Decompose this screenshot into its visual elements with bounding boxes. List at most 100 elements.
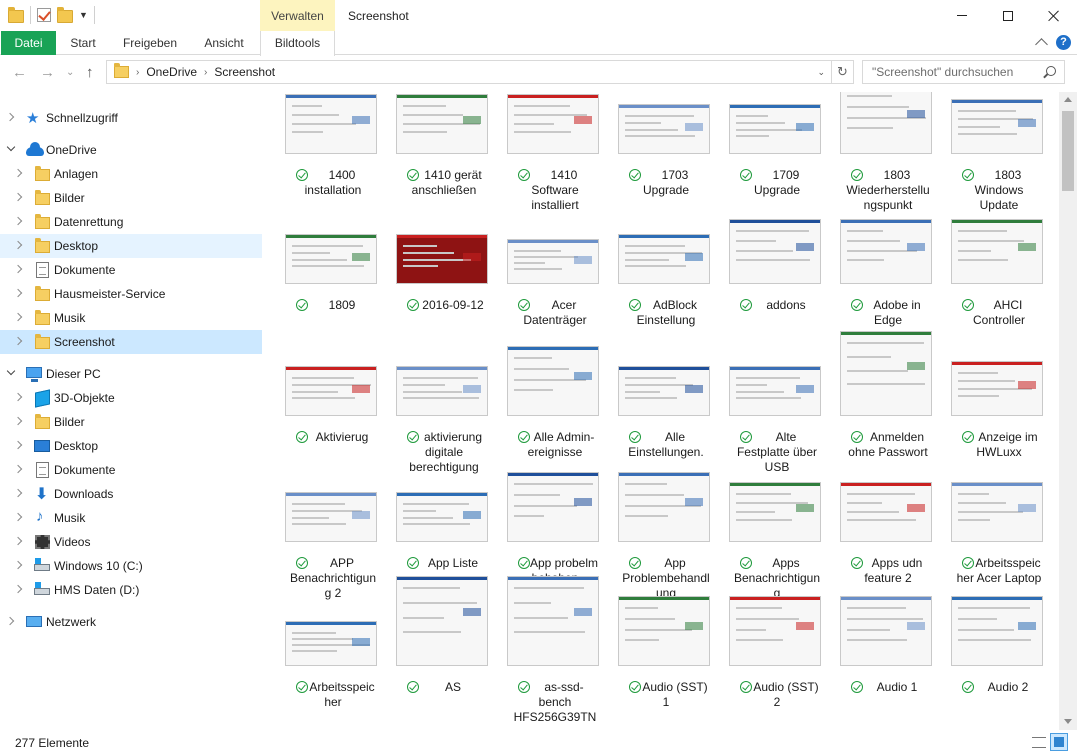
image-thumbnail[interactable]: [840, 482, 932, 542]
file-tile[interactable]: AHCI Controller: [931, 219, 1043, 352]
image-thumbnail[interactable]: [618, 234, 710, 284]
file-tile[interactable]: Arbeitsspeicher: [265, 614, 377, 730]
file-tile[interactable]: Arbeitsspeicher Acer Laptop: [931, 482, 1043, 610]
up-arrow-icon[interactable]: ↑: [86, 64, 94, 81]
file-tile[interactable]: App Problembehandlung: [598, 472, 710, 610]
image-thumbnail[interactable]: [285, 621, 377, 666]
image-thumbnail[interactable]: [507, 576, 599, 666]
expand-chevron-icon[interactable]: [13, 264, 23, 274]
sidebar-item-drive-c[interactable]: Windows 10 (C:): [0, 554, 262, 578]
file-tile[interactable]: 1803 Windows Update: [931, 99, 1043, 222]
file-tile[interactable]: Apps udn feature 2: [820, 482, 932, 610]
sidebar-item-bilder[interactable]: Bilder: [0, 186, 262, 210]
expand-chevron-icon[interactable]: [13, 560, 23, 570]
scroll-up-arrow-icon[interactable]: [1064, 97, 1072, 102]
sidebar-item-network[interactable]: Netzwerk: [0, 610, 262, 634]
image-thumbnail[interactable]: [396, 94, 488, 154]
customize-toolbar-chevron-icon[interactable]: ▼: [79, 10, 88, 20]
search-box[interactable]: [862, 60, 1065, 84]
image-thumbnail[interactable]: [285, 492, 377, 542]
file-tile[interactable]: Audio (SST) 1: [598, 596, 710, 730]
expand-chevron-icon[interactable]: [13, 288, 23, 298]
expand-chevron-icon[interactable]: [13, 440, 23, 450]
file-tile[interactable]: aktivierung digitale berechtigung: [376, 364, 488, 484]
expand-chevron-icon[interactable]: [13, 392, 23, 402]
image-thumbnail[interactable]: [396, 366, 488, 416]
image-thumbnail[interactable]: [285, 366, 377, 416]
image-thumbnail[interactable]: [840, 219, 932, 284]
expand-chevron-icon[interactable]: [13, 416, 23, 426]
file-tile[interactable]: Alle Admin­ereignisse: [487, 346, 599, 484]
expand-chevron-icon[interactable]: [5, 616, 15, 626]
expand-chevron-icon[interactable]: [5, 112, 15, 122]
image-thumbnail[interactable]: [618, 472, 710, 542]
sidebar-item-onedrive[interactable]: OneDrive: [0, 138, 262, 162]
address-history-chevron-icon[interactable]: ⌄: [817, 67, 825, 78]
expand-chevron-icon[interactable]: [13, 216, 23, 226]
image-thumbnail[interactable]: [618, 366, 710, 416]
image-thumbnail[interactable]: [507, 346, 599, 416]
file-tile[interactable]: 1703 Upgrade: [598, 102, 710, 222]
sidebar-item-screenshot[interactable]: Screenshot: [0, 330, 262, 354]
properties-icon[interactable]: [37, 8, 51, 22]
image-thumbnail[interactable]: [507, 472, 599, 542]
search-input[interactable]: [872, 65, 1042, 79]
scrollbar-thumb[interactable]: [1062, 111, 1074, 191]
breadcrumb-onedrive[interactable]: OneDrive: [146, 65, 197, 79]
file-tile[interactable]: Audio 2: [931, 596, 1043, 730]
image-thumbnail[interactable]: [729, 219, 821, 284]
help-icon[interactable]: ?: [1056, 35, 1071, 50]
file-tile[interactable]: Alte Festplatte über USB: [709, 364, 821, 484]
tab-file[interactable]: Datei: [1, 31, 56, 55]
file-tile[interactable]: Alle Einstellungen.: [598, 364, 710, 484]
image-thumbnail[interactable]: [729, 366, 821, 416]
file-tile[interactable]: AdBlock Einstellung: [598, 232, 710, 352]
expand-chevron-icon[interactable]: [13, 312, 23, 322]
refresh-button[interactable]: ↻: [832, 60, 854, 84]
file-tile[interactable]: 1400 installation: [265, 94, 377, 222]
image-thumbnail[interactable]: [951, 482, 1043, 542]
image-thumbnail[interactable]: [951, 219, 1043, 284]
expand-chevron-icon[interactable]: [13, 536, 23, 546]
image-thumbnail[interactable]: [729, 596, 821, 666]
file-tile[interactable]: Audio (SST) 2: [709, 596, 821, 730]
file-tile[interactable]: as-ssd-bench HFS256G39TN: [487, 576, 599, 730]
sidebar-item-pc-musik[interactable]: ♪ Musik: [0, 506, 262, 530]
sidebar-item-pc-bilder[interactable]: Bilder: [0, 410, 262, 434]
close-button[interactable]: [1031, 0, 1077, 31]
file-tile[interactable]: 1410 gerät anschließen: [376, 94, 488, 222]
tab-picture-tools[interactable]: Bildtools: [260, 31, 335, 56]
breadcrumb-screenshot[interactable]: Screenshot: [214, 65, 275, 79]
image-thumbnail[interactable]: [285, 234, 377, 284]
expand-ribbon-chevron-icon[interactable]: [1035, 38, 1048, 51]
sidebar-item-quick-access[interactable]: ★ Schnellzugriff: [0, 106, 262, 130]
sidebar-item-musik[interactable]: Musik: [0, 306, 262, 330]
folder-icon[interactable]: [8, 6, 24, 23]
image-thumbnail[interactable]: [729, 104, 821, 154]
file-tile[interactable]: 1410 Software installiert: [487, 94, 599, 222]
sidebar-item-videos[interactable]: Videos: [0, 530, 262, 554]
file-tile[interactable]: AS: [376, 576, 488, 730]
expand-chevron-icon[interactable]: [13, 512, 23, 522]
image-thumbnail[interactable]: [396, 234, 488, 284]
collapse-chevron-icon[interactable]: [6, 142, 16, 152]
back-arrow-icon[interactable]: ←: [12, 64, 27, 81]
tab-view[interactable]: Ansicht: [196, 31, 252, 55]
sidebar-item-anlagen[interactable]: Anlagen: [0, 162, 262, 186]
address-bar[interactable]: › OneDrive › Screenshot ⌄: [106, 60, 832, 84]
sidebar-item-3d-objects[interactable]: 3D-Objekte: [0, 386, 262, 410]
vertical-scrollbar[interactable]: [1059, 92, 1077, 730]
expand-chevron-icon[interactable]: [13, 240, 23, 250]
sidebar-item-downloads[interactable]: ⬇ Downloads: [0, 482, 262, 506]
image-thumbnail[interactable]: [618, 596, 710, 666]
file-tile[interactable]: Aktivierug: [265, 364, 377, 484]
image-thumbnail[interactable]: [285, 94, 377, 154]
details-view-icon[interactable]: [1031, 735, 1047, 749]
file-tile[interactable]: Apps Benachrichtigung: [709, 482, 821, 610]
image-thumbnail[interactable]: [951, 596, 1043, 666]
minimize-button[interactable]: [939, 0, 985, 31]
file-tile[interactable]: Anzeige im HWLuxx: [931, 361, 1043, 484]
maximize-button[interactable]: [985, 0, 1031, 31]
sidebar-item-pc-dokumente[interactable]: Dokumente: [0, 458, 262, 482]
expand-chevron-icon[interactable]: [13, 584, 23, 594]
